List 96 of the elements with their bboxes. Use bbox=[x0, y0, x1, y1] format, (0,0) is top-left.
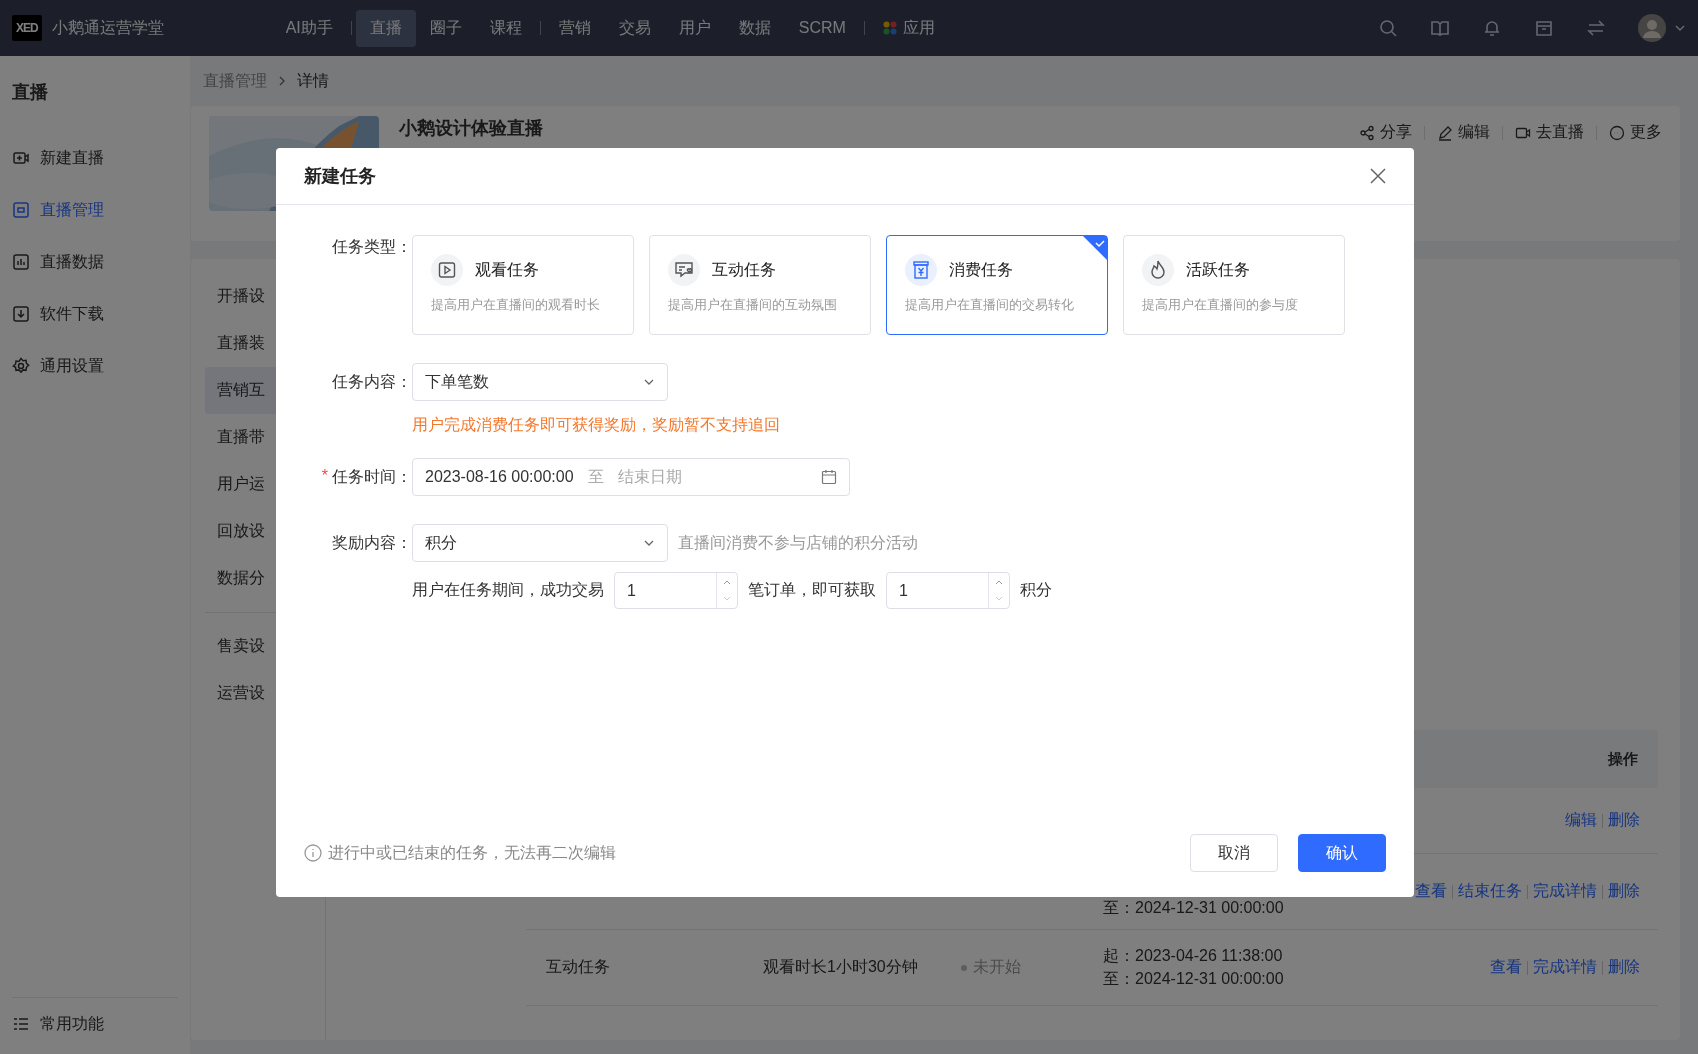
field-label: 任务时间： bbox=[332, 466, 412, 487]
flame-icon bbox=[1142, 254, 1174, 286]
sidebar-title: 直播 bbox=[12, 81, 49, 104]
table-cell-text: 至：2024-12-31 00:00:00 bbox=[1103, 898, 1285, 918]
table-link[interactable]: 完成详情 bbox=[1533, 881, 1597, 902]
store-icon[interactable] bbox=[1534, 18, 1554, 38]
table-link[interactable]: 删除 bbox=[1608, 957, 1640, 978]
table-link[interactable]: 完成详情 bbox=[1533, 957, 1597, 978]
check-corner-icon bbox=[1083, 236, 1107, 260]
apps-tab[interactable]: 应用 bbox=[868, 9, 949, 47]
hint-text: 直播间消费不参与店铺的积分活动 bbox=[678, 532, 918, 553]
sidebar-item[interactable]: 直播数据 bbox=[12, 236, 178, 288]
table-link[interactable]: 删除 bbox=[1608, 810, 1640, 831]
nav-tab[interactable]: 直播 bbox=[355, 9, 416, 47]
card-description: 提高用户在直播间的观看时长 bbox=[431, 296, 601, 314]
nav-tab[interactable]: 交易 bbox=[604, 9, 665, 47]
brand-name: 小鹅通运营学堂 bbox=[51, 17, 165, 38]
field-label: 任务内容： bbox=[331, 371, 412, 392]
info-icon bbox=[304, 844, 322, 862]
search-icon[interactable] bbox=[1378, 18, 1398, 38]
card-description: 提高用户在直播间的参与度 bbox=[1142, 296, 1299, 314]
task-type-card[interactable]: 互动任务 提高用户在直播间的互动氛围 bbox=[649, 235, 871, 335]
settings-icon bbox=[12, 357, 30, 375]
cancel-button[interactable]: 取消 bbox=[1190, 834, 1278, 872]
close-icon[interactable] bbox=[1370, 168, 1386, 184]
rule-text: 笔订单，即可获取 bbox=[748, 580, 876, 600]
play-icon bbox=[431, 254, 463, 286]
share-icon bbox=[1359, 124, 1375, 141]
field-label: 奖励内容： bbox=[331, 532, 412, 553]
apps-icon bbox=[882, 21, 897, 35]
nav-tab[interactable]: 用户 bbox=[664, 9, 725, 47]
bell-icon[interactable] bbox=[1482, 18, 1502, 38]
table-cell: 互动任务 bbox=[546, 958, 610, 975]
video-plus-icon bbox=[12, 149, 30, 167]
live-title: 小鹅设计体验直播 bbox=[399, 117, 543, 140]
task-type-card[interactable]: 消费任务 提高用户在直播间的交易转化 bbox=[886, 235, 1108, 335]
caret-icon[interactable] bbox=[1674, 22, 1686, 34]
sidebar-item[interactable]: 直播管理 bbox=[12, 184, 178, 236]
screen-icon bbox=[12, 201, 30, 219]
sidebar-item[interactable]: 通用设置 bbox=[12, 340, 178, 392]
column-header: 操作 bbox=[1608, 749, 1638, 769]
bar-chart-icon bbox=[12, 253, 30, 271]
breadcrumb-current: 详情 bbox=[297, 70, 329, 91]
nav-tab[interactable]: SCRM bbox=[784, 11, 860, 45]
nav-tab[interactable]: 课程 bbox=[475, 9, 536, 47]
download-icon bbox=[12, 305, 30, 323]
rule-text: 积分 bbox=[1020, 580, 1052, 600]
order-count-input[interactable]: 1 bbox=[614, 572, 738, 609]
rule-text: 用户在任务期间，成功交易 bbox=[412, 580, 604, 600]
table-cell-text: 起：2023-04-26 11:38:00 bbox=[1103, 945, 1284, 966]
table-cell: 观看时长1小时30分钟 bbox=[763, 958, 918, 975]
card-description: 提高用户在直播间的互动氛围 bbox=[668, 296, 838, 314]
card-title: 消费任务 bbox=[949, 259, 1013, 280]
notice-text: 用户完成消费任务即可获得奖励，奖励暂不支持追回 bbox=[412, 415, 781, 435]
required-mark: * bbox=[321, 466, 328, 486]
date-range-field[interactable]: 2023-08-16 00:00:00 至 结束日期 bbox=[412, 458, 850, 496]
points-input[interactable]: 1 bbox=[886, 572, 1010, 609]
card-description: 提高用户在直播间的交易转化 bbox=[905, 296, 1075, 314]
confirm-button[interactable]: 确认 bbox=[1298, 834, 1386, 872]
nav-tab[interactable]: 数据 bbox=[724, 9, 785, 47]
receipt-icon bbox=[905, 254, 937, 286]
table-link[interactable]: 查看 bbox=[1415, 881, 1447, 902]
task-type-card[interactable]: 活跃任务 提高用户在直播间的参与度 bbox=[1123, 235, 1345, 335]
common-functions-item[interactable]: 常用功能 bbox=[12, 998, 178, 1050]
book-icon[interactable] bbox=[1430, 18, 1450, 38]
header-action[interactable]: 去直播 bbox=[1515, 122, 1584, 143]
task-content-select[interactable]: 下单笔数 bbox=[412, 363, 668, 401]
header-action[interactable]: 更多 bbox=[1609, 122, 1662, 143]
reward-select[interactable]: 积分 bbox=[412, 524, 668, 562]
table-cell-text: 至：2024-12-31 00:00:00 bbox=[1103, 968, 1285, 989]
list-icon bbox=[12, 1015, 30, 1033]
dialog-title: 新建任务 bbox=[304, 165, 376, 188]
table-link[interactable]: 编辑 bbox=[1565, 810, 1597, 831]
calendar-icon[interactable] bbox=[821, 469, 837, 485]
sidebar-item[interactable]: 新建直播 bbox=[12, 132, 178, 184]
chevron-icon bbox=[277, 76, 287, 86]
field-label: 任务类型： bbox=[331, 237, 412, 257]
table-link[interactable]: 查看 bbox=[1490, 957, 1522, 978]
nav-tab[interactable]: 营销 bbox=[544, 9, 605, 47]
table-link[interactable]: 删除 bbox=[1608, 881, 1640, 902]
header-action[interactable]: 分享 bbox=[1359, 122, 1412, 143]
header-action[interactable]: 编辑 bbox=[1437, 122, 1490, 143]
nav-tab[interactable]: AI助手 bbox=[271, 9, 347, 47]
footer-note: 进行中或已结束的任务，无法再二次编辑 bbox=[328, 842, 616, 863]
nav-tab[interactable]: 圈子 bbox=[415, 9, 476, 47]
card-title: 活跃任务 bbox=[1186, 259, 1250, 280]
table-link[interactable]: 结束任务 bbox=[1458, 881, 1522, 902]
logo: XED bbox=[12, 15, 42, 41]
swap-icon[interactable] bbox=[1586, 18, 1606, 38]
card-title: 观看任务 bbox=[475, 259, 539, 280]
sidebar-item[interactable]: 软件下载 bbox=[12, 288, 178, 340]
task-type-card[interactable]: 观看任务 提高用户在直播间的观看时长 bbox=[412, 235, 634, 335]
pencil-icon bbox=[1437, 124, 1453, 141]
card-title: 互动任务 bbox=[712, 259, 776, 280]
more-icon bbox=[1609, 124, 1625, 141]
avatar[interactable] bbox=[1638, 14, 1666, 42]
